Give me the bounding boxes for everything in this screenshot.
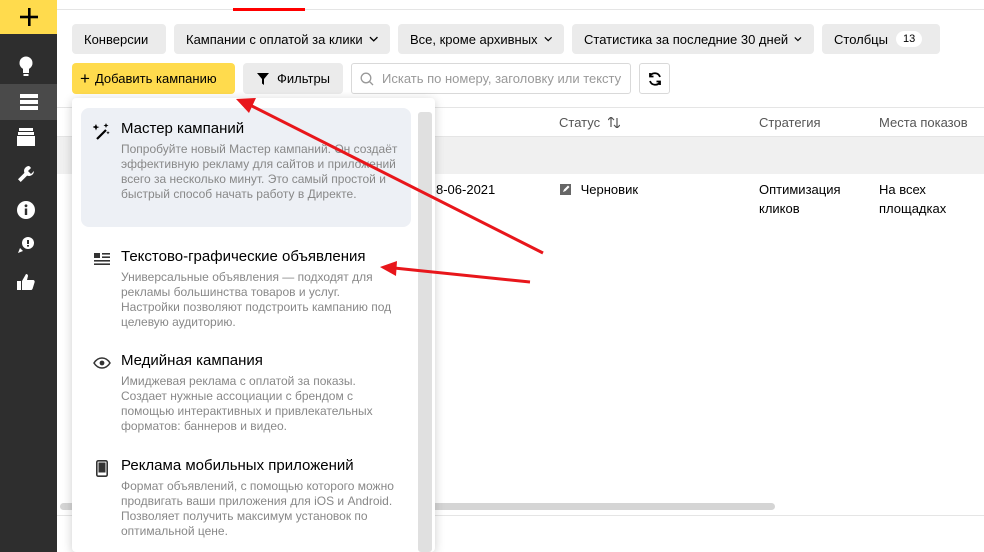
row-status-label: Черновик [580, 182, 639, 197]
magic-wand-icon [93, 122, 111, 140]
menu-item-title: Медийная кампания [121, 352, 263, 369]
lightbulb-icon[interactable] [14, 54, 38, 78]
row-strategy: Оптимизация кликов [759, 180, 841, 218]
conversions-button[interactable]: Конверсии [72, 24, 166, 54]
row-date: 8-06-2021 [436, 182, 496, 197]
draft-icon [560, 184, 571, 195]
add-campaign-label: Добавить кампанию [94, 71, 217, 86]
add-campaign-dropdown: Мастер кампаний Попробуйте новый Мастер … [72, 98, 435, 552]
row-placements-line2: площадках [879, 201, 947, 216]
dropdown-scrollbar[interactable] [418, 112, 432, 552]
campaign-type-label: Кампании с оплатой за клики [186, 31, 363, 47]
filters-button[interactable]: Фильтры [243, 63, 343, 94]
row-strategy-line1: Оптимизация [759, 182, 841, 197]
stats-period-select[interactable]: Статистика за последние 30 дней [572, 24, 814, 54]
menu-item-description: Имиджевая реклама с оплатой за показы. С… [121, 374, 373, 433]
archive-icon[interactable] [14, 125, 38, 149]
menu-item-mobile-app-ads[interactable]: Реклама мобильных приложений Формат объя… [81, 445, 411, 551]
menu-item-description: Попробуйте новый Мастер кампаний. Он соз… [121, 142, 398, 201]
sidebar [0, 0, 57, 552]
plus-icon: + [80, 69, 90, 88]
campaign-type-select[interactable]: Кампании с оплатой за клики [174, 24, 390, 54]
refresh-icon [648, 71, 661, 86]
filters-label: Фильтры [277, 71, 331, 86]
menu-item-description: Формат объявлений, с помощью которого мо… [121, 479, 394, 538]
search-box[interactable] [351, 63, 631, 94]
columns-count-badge: 13 [895, 31, 923, 47]
menu-item-media-campaign[interactable]: Медийная кампания Имиджевая реклама с оп… [81, 340, 411, 446]
plus-icon [19, 8, 38, 26]
search-icon [360, 72, 374, 85]
thumbs-up-icon[interactable] [14, 270, 38, 294]
columns-button[interactable]: Столбцы 13 [822, 24, 940, 54]
smartphone-icon [93, 459, 111, 477]
row-strategy-line2: кликов [759, 201, 800, 216]
row-placements: На всех площадках [879, 180, 946, 218]
status-column-header[interactable]: Статус [559, 115, 621, 130]
row-status: Черновик [560, 180, 638, 199]
status-header-label: Статус [559, 115, 601, 130]
campaigns-list-icon[interactable] [0, 84, 57, 120]
info-icon[interactable] [14, 198, 38, 222]
columns-label: Столбцы [834, 31, 888, 47]
create-button[interactable] [0, 0, 57, 34]
menu-item-title: Реклама мобильных приложений [121, 457, 354, 474]
active-tab-indicator [233, 8, 305, 11]
row-placements-line1: На всех [879, 182, 926, 197]
archive-filter-label: Все, кроме архивных [410, 31, 538, 47]
placements-column-header[interactable]: Места показов [879, 115, 968, 130]
sort-icon [607, 116, 621, 129]
chevron-down-icon [369, 36, 378, 42]
funnel-icon [257, 72, 269, 85]
strategy-column-header[interactable]: Стратегия [759, 115, 821, 130]
top-tabs-strip [57, 0, 984, 10]
menu-item-text-image-ads[interactable]: Текстово-графические объявления Универса… [81, 236, 411, 342]
menu-item-description: Универсальные объявления — подходят для … [121, 270, 392, 329]
stats-period-label: Статистика за последние 30 дней [584, 31, 789, 47]
chevron-down-icon [794, 37, 802, 42]
text-lines-icon [93, 250, 111, 268]
wrench-icon[interactable] [14, 162, 38, 186]
refresh-button[interactable] [639, 63, 670, 94]
menu-item-title: Текстово-графические объявления [121, 248, 366, 265]
menu-item-title: Мастер кампаний [121, 120, 245, 137]
search-input[interactable] [382, 71, 622, 86]
conversions-label: Конверсии [84, 31, 149, 47]
archive-filter-select[interactable]: Все, кроме архивных [398, 24, 564, 54]
rocket-icon[interactable] [14, 233, 38, 257]
eye-icon [93, 354, 111, 372]
menu-item-campaign-master[interactable]: Мастер кампаний Попробуйте новый Мастер … [81, 108, 411, 227]
chevron-down-icon [543, 36, 552, 42]
add-campaign-button[interactable]: + Добавить кампанию [72, 63, 235, 94]
